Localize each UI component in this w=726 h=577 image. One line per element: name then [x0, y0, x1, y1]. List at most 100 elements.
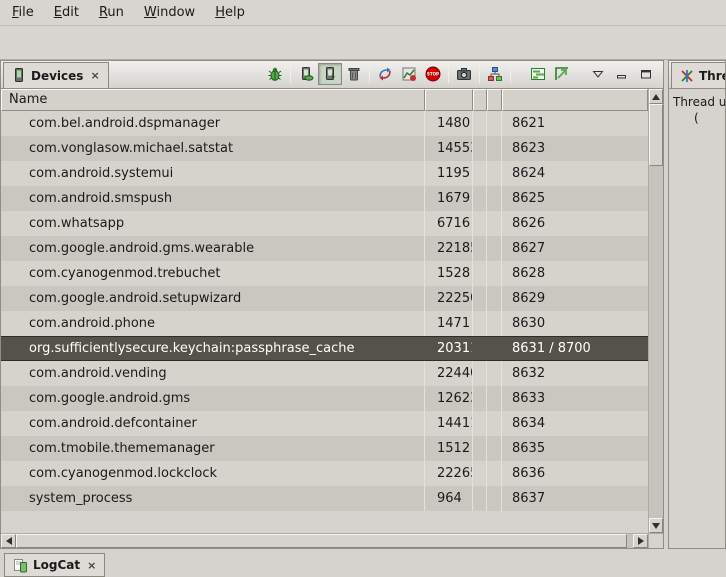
- column-header-blank-1[interactable]: [473, 89, 487, 111]
- table-row[interactable]: com.bel.android.dspmanager 1480 8621: [1, 111, 648, 136]
- maximize-icon[interactable]: [634, 63, 658, 85]
- stop-process-icon[interactable]: STOP: [421, 63, 445, 85]
- threads-icon: [680, 69, 694, 83]
- update-heap-icon[interactable]: [294, 63, 318, 85]
- view-menu-icon[interactable]: [586, 63, 610, 85]
- table-row[interactable]: com.cyanogenmod.trebuchet 1528 8628: [1, 261, 648, 286]
- process-pid: 1480: [425, 111, 473, 136]
- process-pid: 1528: [425, 261, 473, 286]
- left-arrow-icon: [6, 537, 12, 545]
- process-pid: 1679: [425, 186, 473, 211]
- process-name: com.google.android.setupwizard: [1, 286, 425, 311]
- vertical-scrollbar[interactable]: [648, 89, 663, 533]
- table-row[interactable]: com.tmobile.thememanager 1512 8635: [1, 436, 648, 461]
- device-icon: [12, 68, 26, 83]
- table-row[interactable]: com.android.phone 1471 8630: [1, 311, 648, 336]
- dump-hprof-icon[interactable]: [318, 63, 342, 85]
- toolbar-separator: [510, 65, 511, 83]
- debug-process-icon[interactable]: [263, 63, 287, 85]
- process-port: 8635: [502, 436, 648, 461]
- threads-message: Thread up (: [669, 89, 725, 126]
- svg-text:STOP: STOP: [427, 72, 439, 77]
- toolbar-separator: [369, 65, 370, 83]
- process-name: com.android.phone: [1, 311, 425, 336]
- process-name: org.sufficientlysecure.keychain:passphra…: [1, 337, 425, 360]
- process-name: com.bel.android.dspmanager: [1, 111, 425, 136]
- process-port: 8632: [502, 361, 648, 386]
- process-pid: 964: [425, 486, 473, 511]
- table-row[interactable]: com.android.smspush 1679 8625: [1, 186, 648, 211]
- horizontal-scrollbar[interactable]: [1, 533, 663, 548]
- table-row[interactable]: com.google.android.gms.wearable 22185 86…: [1, 236, 648, 261]
- capture-systrace-icon[interactable]: [526, 63, 550, 85]
- cause-gc-icon[interactable]: [342, 63, 366, 85]
- menu-file[interactable]: File: [2, 2, 44, 23]
- vertical-scroll-track[interactable]: [649, 166, 663, 518]
- table-row[interactable]: com.google.android.gms 12623 8633: [1, 386, 648, 411]
- column-header-blank-2[interactable]: [487, 89, 502, 111]
- threads-message-line1: Thread up: [673, 94, 725, 110]
- process-port: 8637: [502, 486, 648, 511]
- toolbar-separator: [290, 65, 291, 83]
- ddms-window: FileEditRunWindowHelp Devices × STOP Nam…: [0, 0, 726, 577]
- process-name: com.vonglasow.michael.satstat: [1, 136, 425, 161]
- vertical-scroll-thumb[interactable]: [649, 104, 663, 166]
- close-icon[interactable]: ×: [90, 69, 99, 82]
- process-port: 8624: [502, 161, 648, 186]
- minimize-icon[interactable]: [610, 63, 634, 85]
- process-pid: 22185: [425, 236, 473, 261]
- tab-threads-label: Threa: [699, 69, 725, 83]
- table-row[interactable]: com.google.android.setupwizard 22250 862…: [1, 286, 648, 311]
- tab-devices-label: Devices: [31, 69, 83, 83]
- process-port: 8625: [502, 186, 648, 211]
- threads-panel-header: Threa: [669, 61, 725, 89]
- menu-run[interactable]: Run: [89, 2, 134, 23]
- process-port: 8629: [502, 286, 648, 311]
- start-opengl-trace-icon[interactable]: [550, 63, 574, 85]
- close-icon[interactable]: ×: [87, 559, 96, 572]
- scroll-down-button[interactable]: [649, 518, 663, 533]
- process-name: com.cyanogenmod.lockclock: [1, 461, 425, 486]
- process-name: com.android.vending: [1, 361, 425, 386]
- menu-window[interactable]: Window: [134, 2, 205, 23]
- column-header-name[interactable]: Name: [1, 89, 425, 111]
- process-pid: 22265: [425, 461, 473, 486]
- process-port: 8636: [502, 461, 648, 486]
- table-row[interactable]: com.cyanogenmod.lockclock 22265 8636: [1, 461, 648, 486]
- dump-view-hierarchy-icon[interactable]: [483, 63, 507, 85]
- tab-threads[interactable]: Threa: [671, 62, 725, 88]
- start-method-profiling-icon[interactable]: [397, 63, 421, 85]
- process-port: 8626: [502, 211, 648, 236]
- table-row[interactable]: com.android.defcontainer 14411 8634: [1, 411, 648, 436]
- menu-edit[interactable]: Edit: [44, 2, 89, 23]
- process-pid: 22440: [425, 361, 473, 386]
- column-header-port[interactable]: [502, 89, 648, 111]
- process-pid: 14411: [425, 411, 473, 436]
- table-row[interactable]: com.android.systemui 1195 8624: [1, 161, 648, 186]
- process-port: 8631 / 8700: [502, 337, 648, 360]
- tab-devices[interactable]: Devices ×: [3, 62, 109, 88]
- tab-logcat[interactable]: LogCat ×: [4, 553, 105, 577]
- table-row[interactable]: com.vonglasow.michael.satstat 14553 8623: [1, 136, 648, 161]
- table-row[interactable]: com.android.vending 22440 8632: [1, 361, 648, 386]
- menu-help[interactable]: Help: [205, 2, 255, 23]
- device-table-body: com.bel.android.dspmanager 1480 8621 com…: [1, 111, 648, 533]
- process-pid: 1195: [425, 161, 473, 186]
- device-table: Name com.bel.android.dspmanager 1480 862…: [1, 89, 663, 533]
- scroll-left-button[interactable]: [1, 534, 16, 548]
- table-row[interactable]: system_process 964 8637: [1, 486, 648, 511]
- scroll-up-button[interactable]: [649, 89, 663, 104]
- process-pid: 22250: [425, 286, 473, 311]
- scroll-right-button[interactable]: [633, 534, 648, 548]
- process-name: com.google.android.gms.wearable: [1, 236, 425, 261]
- table-row[interactable]: com.whatsapp 6716 8626: [1, 211, 648, 236]
- process-name: com.tmobile.thememanager: [1, 436, 425, 461]
- update-threads-icon[interactable]: [373, 63, 397, 85]
- screen-capture-icon[interactable]: [452, 63, 476, 85]
- table-row[interactable]: org.sufficientlysecure.keychain:passphra…: [1, 336, 648, 361]
- process-port: 8623: [502, 136, 648, 161]
- toolbar-separator: [479, 65, 480, 83]
- process-name: com.android.systemui: [1, 161, 425, 186]
- column-header-pid[interactable]: [425, 89, 473, 111]
- horizontal-scroll-thumb[interactable]: [16, 534, 627, 548]
